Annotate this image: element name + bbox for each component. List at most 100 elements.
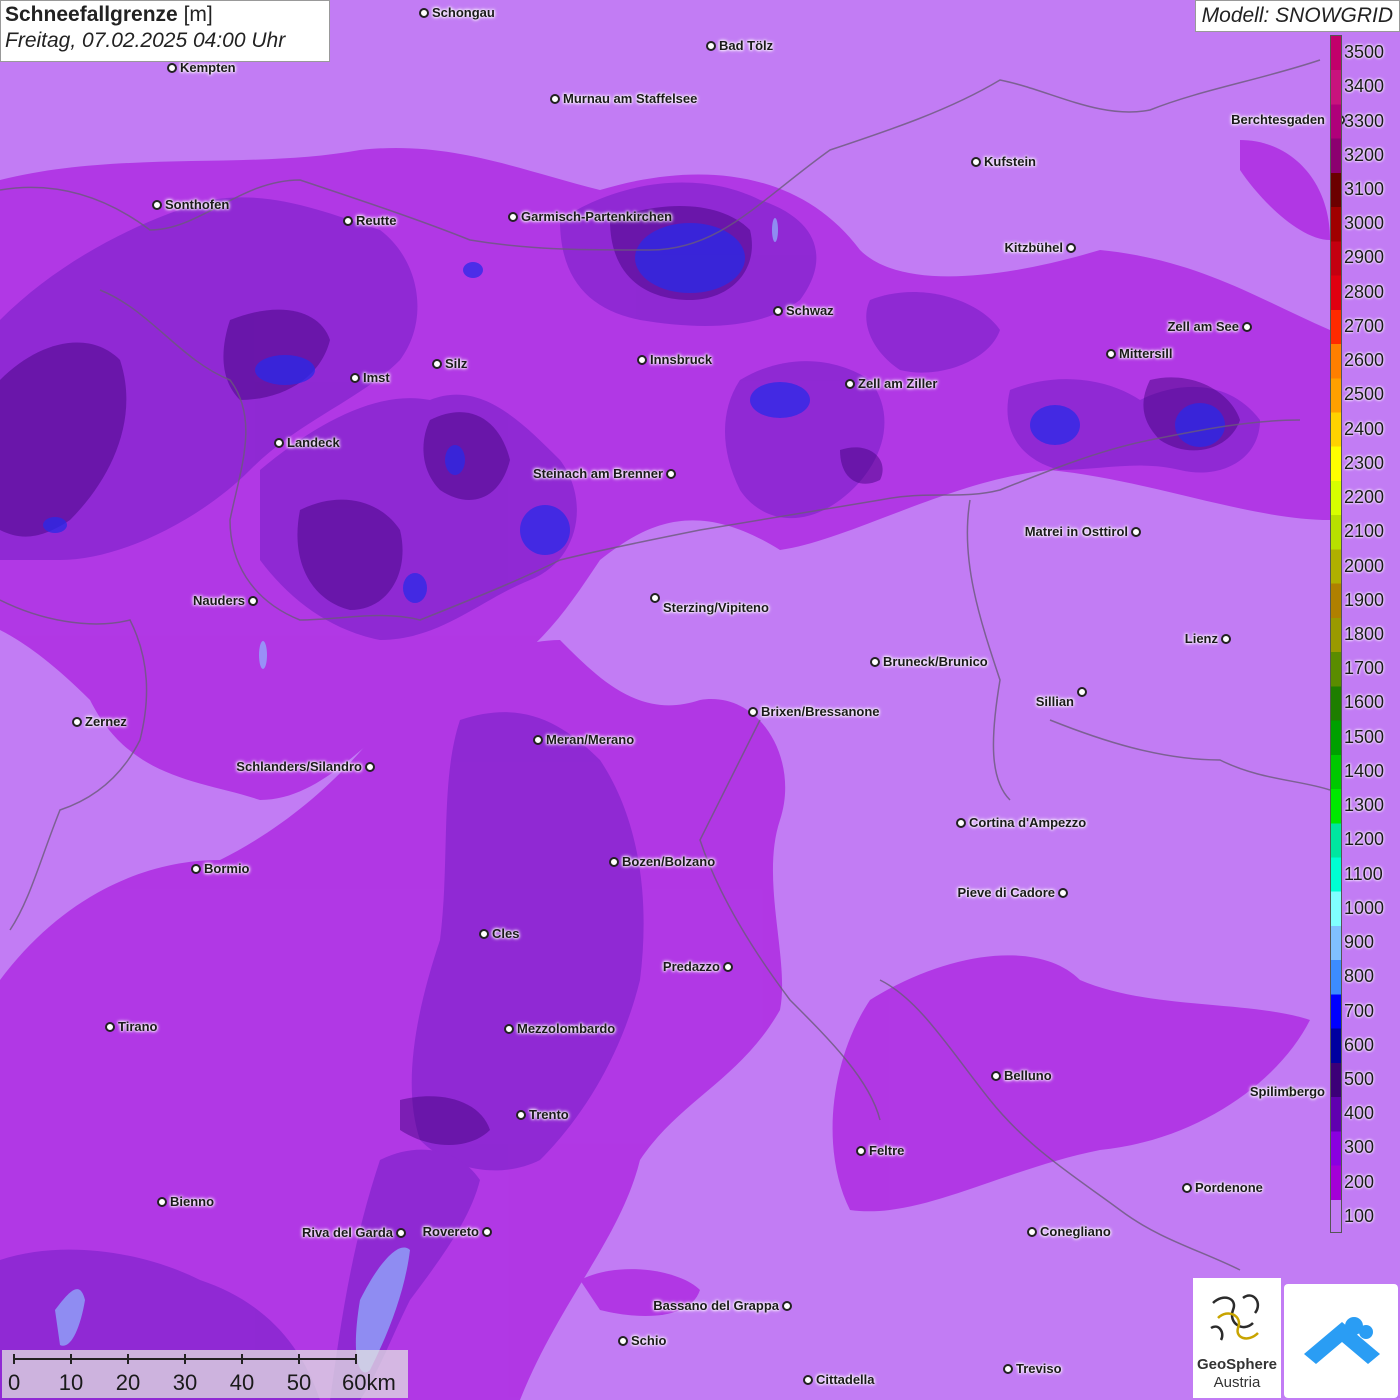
city-marker-dot [845, 379, 855, 389]
city-marker-dot [72, 717, 82, 727]
city-label: Pordenone [1195, 1180, 1263, 1195]
city-marker-dot [516, 1110, 526, 1120]
city-label: Bruneck/Brunico [883, 654, 988, 669]
city-label: Garmisch-Partenkirchen [521, 209, 673, 224]
city-marker-dot [274, 438, 284, 448]
city-marker-dot [508, 212, 518, 222]
city-label: Sterzing/Vipiteno [663, 600, 769, 615]
city-label: Silz [445, 356, 468, 371]
city-label: Rovereto [422, 1224, 479, 1239]
city-label: Landeck [287, 435, 340, 450]
scale-tick-label: 10 [58, 1370, 84, 1395]
city-marker-dot [105, 1022, 115, 1032]
scale-tick-label: 50 [286, 1370, 312, 1395]
scale-tick-label: 20 [115, 1370, 141, 1395]
city-label: Mezzolombardo [517, 1021, 616, 1036]
city-label: Kufstein [984, 154, 1036, 169]
city-label: Conegliano [1040, 1224, 1111, 1239]
city-marker-dot [706, 41, 716, 51]
legend-tick-label: 2900 [1344, 247, 1385, 268]
legend-tick-label: 1500 [1344, 726, 1385, 747]
city-label: Zernez [85, 714, 127, 729]
geosphere-logo-text: GeoSphere [1196, 1356, 1278, 1373]
city-marker-dot [432, 359, 442, 369]
city-marker-dot [419, 8, 429, 18]
city-label: Tirano [118, 1019, 158, 1034]
legend-tick-label: 2100 [1344, 521, 1385, 542]
city-marker-dot [479, 929, 489, 939]
city-marker-dot [856, 1146, 866, 1156]
scale-bar: 0 10 20 30 40 50 60km [2, 1350, 408, 1398]
city-label: Kitzbühel [1004, 240, 1064, 255]
city-marker-dot [1077, 687, 1087, 697]
city-label: Imst [363, 370, 390, 385]
legend-tick-label: 3200 [1344, 144, 1385, 165]
legend-tick-label: 500 [1344, 1068, 1375, 1089]
legend-tick-label: 1700 [1344, 658, 1385, 679]
scale-tick-label: 30 [172, 1370, 198, 1395]
scale-tick-label: 0 [8, 1370, 21, 1395]
city-marker-dot [365, 762, 375, 772]
city-label: Cles [492, 926, 520, 941]
city-marker-dot [1106, 349, 1116, 359]
city-label: Sillian [1035, 694, 1074, 709]
legend-tick-label: 700 [1344, 1000, 1375, 1021]
legend-tick-label: 200 [1344, 1171, 1375, 1192]
city-marker-dot [1066, 243, 1076, 253]
city-label: Berchtesgaden [1231, 112, 1325, 127]
city-label: Schio [631, 1333, 667, 1348]
city-label: Brixen/Bressanone [761, 704, 880, 719]
city-marker-dot [550, 94, 560, 104]
color-legend-bar [1330, 35, 1342, 1233]
city-marker-dot [1003, 1364, 1013, 1374]
legend-tick-label: 2400 [1344, 418, 1385, 439]
geosphere-logo-icon [1210, 1294, 1260, 1341]
city-label: Pieve di Cadore [957, 885, 1055, 900]
city-label: Bozen/Bolzano [622, 854, 716, 869]
city-marker-dot [152, 200, 162, 210]
legend-tick-label: 900 [1344, 932, 1375, 953]
city-label: Bad Tölz [719, 38, 774, 53]
legend-tick-label: 1800 [1344, 624, 1385, 644]
city-label: Belluno [1004, 1068, 1052, 1083]
city-marker-dot [803, 1375, 813, 1385]
legend-tick-label: 2500 [1344, 384, 1385, 405]
city-marker-dot [396, 1228, 406, 1238]
app-logo-icon [1304, 1317, 1380, 1364]
city-marker-dot [1182, 1183, 1192, 1193]
city-label: Schwaz [786, 303, 834, 318]
legend-tick-label: 3100 [1344, 179, 1385, 200]
legend-tick-label: 1900 [1344, 589, 1385, 610]
model-label: Modell: SNOWGRID [1194, 0, 1400, 32]
city-label: Innsbruck [650, 352, 713, 367]
map-unit: [m] [183, 3, 213, 26]
city-marker-dot [782, 1301, 792, 1311]
city-marker-dot [870, 657, 880, 667]
legend-tick-label: 1100 [1344, 863, 1383, 884]
map-view[interactable]: Schongau Bad Tölz Kempten Murnau am Staffel… [0, 0, 1400, 1400]
city-label: Trento [529, 1107, 569, 1122]
city-marker-dot [748, 707, 758, 717]
city-marker-dot [618, 1336, 628, 1346]
city-marker-dot [533, 735, 543, 745]
legend-tick-label: 3300 [1344, 110, 1385, 131]
city-marker-dot [637, 355, 647, 365]
city-marker-dot [971, 157, 981, 167]
legend-tick-label: 1400 [1344, 760, 1385, 781]
city-label: Cittadella [816, 1372, 875, 1387]
legend-tick-label: 1000 [1344, 897, 1385, 918]
city-label: Treviso [1016, 1361, 1062, 1376]
city-marker-dot [157, 1197, 167, 1207]
legend-tick-label: 1300 [1344, 795, 1385, 816]
city-label: Reutte [356, 213, 397, 228]
legend-tick-label: 100 [1344, 1205, 1375, 1226]
city-marker-dot [504, 1024, 514, 1034]
geosphere-logo-subtext: Austria [1213, 1374, 1261, 1391]
city-label: Schlanders/Silandro [236, 759, 362, 774]
city-label: Mittersill [1119, 346, 1173, 361]
city-marker-dot [482, 1227, 492, 1237]
legend-tick-label: 300 [1344, 1137, 1375, 1158]
city-label: Meran/Merano [546, 732, 635, 747]
city-marker-dot [609, 857, 619, 867]
city-label: Schongau [432, 5, 495, 20]
